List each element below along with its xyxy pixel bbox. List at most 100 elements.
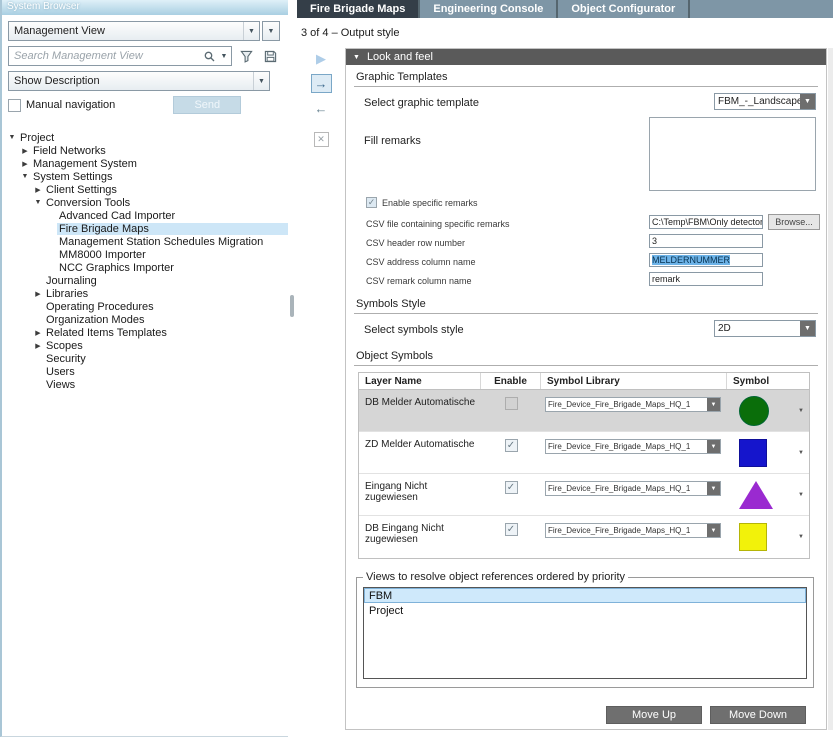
- column-header-symbol-library: Symbol Library: [541, 373, 727, 389]
- symbol-cell: ▼: [727, 432, 809, 473]
- csv-remark-input[interactable]: remark: [649, 272, 763, 286]
- tree-item-related-items-templates[interactable]: ▶Related Items Templates: [2, 326, 288, 339]
- tab-fire-brigade-maps[interactable]: Fire Brigade Maps: [297, 0, 420, 18]
- move-down-button[interactable]: Move Down: [710, 706, 806, 724]
- fill-remarks-label: Fill remarks: [354, 135, 421, 147]
- graphic-templates-title: Graphic Templates: [354, 71, 818, 87]
- panel-splitter[interactable]: [288, 0, 297, 737]
- expand-arrow-icon[interactable]: ▶: [32, 342, 44, 350]
- splitter-handle-icon[interactable]: [290, 295, 294, 317]
- search-input[interactable]: [9, 50, 201, 62]
- collapse-arrow-icon[interactable]: ▼: [19, 173, 31, 180]
- tab-object-configurator[interactable]: Object Configurator: [558, 0, 690, 18]
- tree-item-advanced-cad-importer[interactable]: Advanced Cad Importer: [2, 209, 288, 222]
- tree-item-project[interactable]: ▼Project: [2, 131, 288, 144]
- csv-address-label: CSV address column name: [354, 257, 476, 267]
- square-symbol-icon[interactable]: [739, 439, 767, 467]
- next-step-button[interactable]: →: [311, 74, 332, 93]
- tree-item-label: NCC Graphics Importer: [57, 262, 288, 274]
- expand-arrow-icon[interactable]: ▶: [32, 186, 44, 194]
- arrow-right-icon: →: [315, 76, 328, 91]
- column-header-enable: Enable: [481, 373, 541, 389]
- symbol-cell: ▼: [727, 390, 809, 431]
- tree-item-label: Related Items Templates: [44, 327, 288, 339]
- chevron-down-icon[interactable]: ▼: [217, 47, 231, 65]
- tree-item-organization-modes[interactable]: Organization Modes: [2, 313, 288, 326]
- tree-item-management-station-schedules-migration[interactable]: Management Station Schedules Migration: [2, 235, 288, 248]
- square-symbol-icon[interactable]: [739, 523, 767, 551]
- system-browser-panel: System Browser Management View ▼ ▼ ▼: [0, 0, 288, 737]
- chevron-down-icon: ▼: [707, 482, 720, 495]
- tree-item-fire-brigade-maps[interactable]: Fire Brigade Maps: [2, 222, 288, 235]
- previous-step-button[interactable]: ←: [315, 102, 328, 115]
- tree-item-journaling[interactable]: Journaling: [2, 274, 288, 287]
- save-icon[interactable]: [260, 46, 280, 66]
- view-item-fbm[interactable]: FBM: [364, 588, 806, 603]
- csv-remark-value: remark: [652, 274, 680, 284]
- chevron-down-icon[interactable]: ▼: [798, 492, 804, 498]
- expand-arrow-icon[interactable]: ▶: [19, 160, 31, 168]
- chevron-down-icon[interactable]: ▼: [798, 408, 804, 414]
- tree-item-label: Organization Modes: [44, 314, 288, 326]
- collapse-caret-icon: ▼: [353, 54, 360, 61]
- tab-engineering-console[interactable]: Engineering Console: [420, 0, 558, 18]
- tree-item-operating-procedures[interactable]: Operating Procedures: [2, 300, 288, 313]
- symbol-library-dropdown[interactable]: Fire_Device_Fire_Brigade_Maps_HQ_1▼: [545, 397, 721, 412]
- manual-navigation-row: Manual navigation Send: [8, 96, 280, 114]
- enable-checkbox[interactable]: ✓: [505, 523, 518, 536]
- tree-item-security[interactable]: Security: [2, 352, 288, 365]
- chevron-down-icon[interactable]: ▼: [798, 534, 804, 540]
- enable-checkbox[interactable]: ✓: [505, 481, 518, 494]
- tree-item-conversion-tools[interactable]: ▼Conversion Tools: [2, 196, 288, 209]
- triangle-symbol-icon[interactable]: [739, 481, 773, 509]
- tree-item-management-system[interactable]: ▶Management System: [2, 157, 288, 170]
- tree-item-field-networks[interactable]: ▶Field Networks: [2, 144, 288, 157]
- enable-checkbox[interactable]: [505, 397, 518, 410]
- management-view-dropdown[interactable]: Management View ▼: [8, 21, 260, 41]
- layer-name-cell: ZD Melder Automatische: [359, 432, 481, 473]
- tree-item-views[interactable]: Views: [2, 378, 288, 391]
- symbol-library-dropdown[interactable]: Fire_Device_Fire_Brigade_Maps_HQ_1▼: [545, 481, 721, 496]
- view-item-project[interactable]: Project: [364, 603, 806, 618]
- run-icon[interactable]: ▶: [316, 52, 326, 65]
- fill-remarks-textarea[interactable]: [649, 117, 816, 191]
- manual-navigation-checkbox[interactable]: [8, 99, 21, 112]
- enable-checkbox[interactable]: ✓: [505, 439, 518, 452]
- expand-arrow-icon[interactable]: ▶: [32, 290, 44, 298]
- symbol-library-dropdown[interactable]: Fire_Device_Fire_Brigade_Maps_HQ_1▼: [545, 439, 721, 454]
- tree-item-libraries[interactable]: ▶Libraries: [2, 287, 288, 300]
- look-and-feel-header[interactable]: ▼ Look and feel: [346, 49, 826, 65]
- show-description-dropdown[interactable]: Show Description ▼: [8, 71, 270, 91]
- tree-item-ncc-graphics-importer[interactable]: NCC Graphics Importer: [2, 261, 288, 274]
- csv-file-input[interactable]: C:\Temp\FBM\Only detectors compute min a…: [649, 215, 763, 229]
- tree-item-scopes[interactable]: ▶Scopes: [2, 339, 288, 352]
- show-description-value: Show Description: [9, 75, 253, 87]
- tree-item-users[interactable]: Users: [2, 365, 288, 378]
- view-menu-button[interactable]: ▼: [262, 21, 280, 41]
- circle-symbol-icon[interactable]: [739, 396, 769, 426]
- search-field: ▼: [8, 46, 232, 66]
- symbols-style-dropdown[interactable]: 2D ▼: [714, 320, 816, 337]
- tree-item-mm8000-importer[interactable]: MM8000 Importer: [2, 248, 288, 261]
- chevron-down-icon[interactable]: ▼: [798, 450, 804, 456]
- tree-item-client-settings[interactable]: ▶Client Settings: [2, 183, 288, 196]
- move-up-button[interactable]: Move Up: [606, 706, 702, 724]
- expand-arrow-icon[interactable]: ▶: [32, 329, 44, 337]
- csv-header-input[interactable]: 3: [649, 234, 763, 248]
- vertical-scrollbar[interactable]: [828, 48, 833, 730]
- collapse-arrow-icon[interactable]: ▼: [32, 199, 44, 206]
- collapse-arrow-icon[interactable]: ▼: [6, 134, 18, 141]
- symbol-library-dropdown[interactable]: Fire_Device_Fire_Brigade_Maps_HQ_1▼: [545, 523, 721, 538]
- csv-file-row: CSV file containing specific remarks C:\…: [354, 214, 818, 233]
- search-icon[interactable]: [201, 51, 217, 62]
- enable-remarks-checkbox[interactable]: ✓: [366, 197, 377, 208]
- browse-button[interactable]: Browse...: [768, 214, 820, 230]
- send-button[interactable]: Send: [173, 96, 241, 114]
- chevron-down-icon: ▼: [800, 94, 815, 109]
- tree-item-system-settings[interactable]: ▼System Settings: [2, 170, 288, 183]
- csv-address-input[interactable]: MELDERNUMMER: [649, 253, 763, 267]
- filter-icon[interactable]: [236, 46, 256, 66]
- expand-arrow-icon[interactable]: ▶: [19, 147, 31, 155]
- graphic-template-dropdown[interactable]: FBM_-_Landscape ▼: [714, 93, 816, 110]
- close-button[interactable]: ✕: [314, 132, 329, 147]
